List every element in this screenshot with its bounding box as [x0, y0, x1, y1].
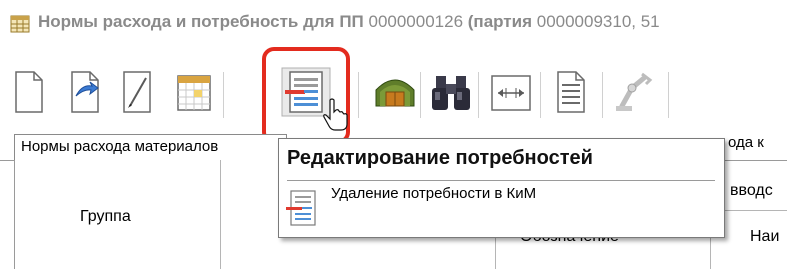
new-document-icon[interactable]: [4, 66, 54, 120]
column-header-transfer: вводс: [730, 182, 773, 199]
tooltip-popup: Редактирование потребностей Удаление пот…: [278, 138, 725, 238]
calendar-icon[interactable]: [168, 66, 218, 120]
tooltip-divider: [287, 180, 715, 181]
toolbar-separator: [420, 72, 421, 118]
robot-arm-icon[interactable]: [610, 66, 660, 120]
toolbar: [0, 66, 787, 128]
column-header-group: Группа: [80, 208, 131, 225]
window-title: Нормы расхода и потребность для ПП 00000…: [38, 12, 660, 31]
cursor-icon: [322, 98, 348, 132]
tab-material-norms[interactable]: Нормы расхода материалов: [14, 134, 287, 161]
toolbar-separator: [602, 72, 603, 118]
requirements-icon: [285, 189, 319, 229]
fit-width-icon[interactable]: [486, 66, 536, 120]
tab-right-partial[interactable]: ода к: [728, 134, 764, 151]
toolbar-separator: [358, 72, 359, 118]
report-icon[interactable]: [546, 66, 596, 120]
column-group[interactable]: Группа: [15, 160, 221, 269]
window-titlebar: Нормы расхода и потребность для ПП 00000…: [0, 0, 787, 48]
edit-icon[interactable]: [112, 66, 162, 120]
binoculars-icon[interactable]: [426, 66, 476, 120]
table-icon: [10, 14, 30, 34]
toolbar-separator: [223, 72, 224, 118]
column-header-name: Наи: [750, 228, 780, 245]
warehouse-icon[interactable]: [370, 66, 420, 120]
toolbar-separator: [478, 72, 479, 118]
toolbar-separator: [540, 72, 541, 118]
copy-document-icon[interactable]: [58, 66, 108, 120]
tooltip-title: Редактирование потребностей: [287, 147, 593, 169]
toolbar-separator: [668, 72, 669, 118]
tooltip-item: Удаление потребности в КиМ: [331, 185, 537, 202]
